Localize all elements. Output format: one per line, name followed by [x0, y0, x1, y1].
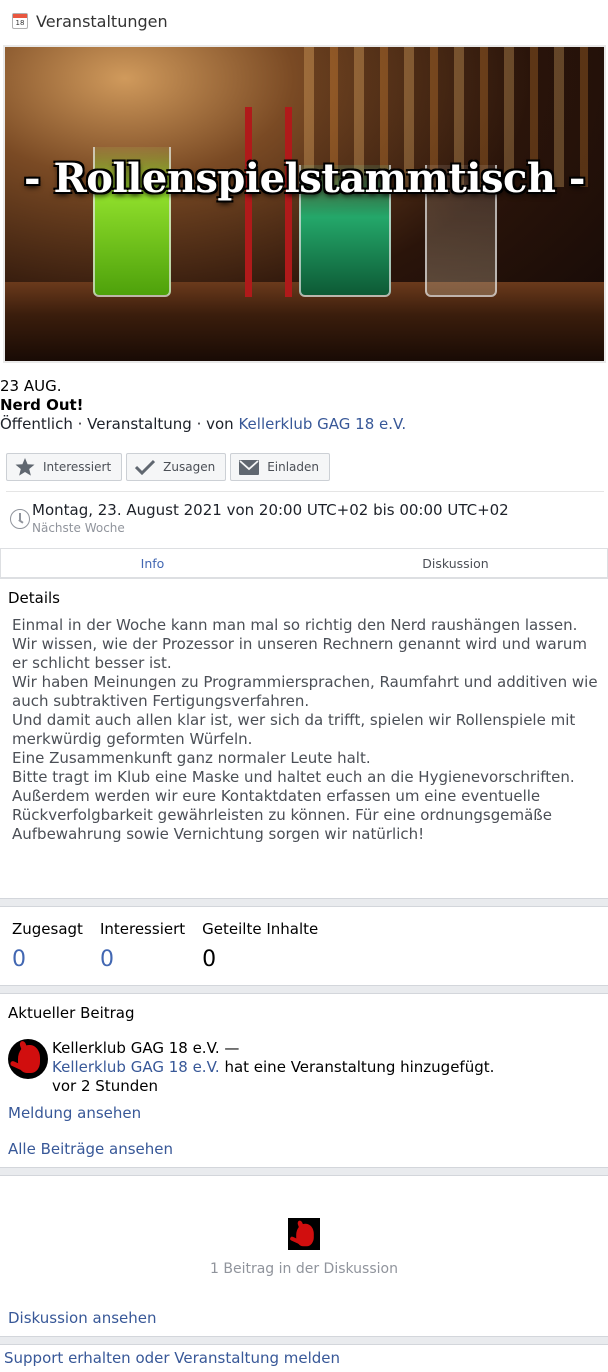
tab-bar: Info Diskussion [0, 548, 608, 579]
stat-going[interactable]: Zugesagt 0 [12, 918, 83, 980]
section-separator [0, 898, 608, 907]
discussion-count: 1 Beitrag in der Diskussion [210, 1261, 398, 1277]
post-action-line: Kellerklub GAG 18 e.V. hat eine Veransta… [52, 1058, 495, 1076]
recent-post: Kellerklub GAG 18 e.V. — Kellerklub GAG … [8, 1039, 494, 1096]
post-author-line: Kellerklub GAG 18 e.V. — [52, 1039, 240, 1057]
event-meta: Öffentlich · Veranstaltung · von Kellerk… [0, 415, 407, 433]
event-date: 23 AUG. [0, 377, 62, 395]
stats-row: Zugesagt 0 Interessiert 0 Geteilte Inhal… [12, 918, 335, 980]
details-line: Und damit auch allen klar ist, wer sich … [12, 711, 576, 748]
event-time: Montag, 23. August 2021 von 20:00 UTC+02… [10, 500, 509, 536]
devil-logo-icon [296, 1223, 314, 1247]
details-line: Wir haben Meinungen zu Programmiersprach… [12, 673, 598, 710]
details-line: Wir wissen, wie der Prozessor in unseren… [12, 635, 587, 672]
calendar-icon: 18 [12, 13, 28, 29]
envelope-icon [239, 459, 260, 475]
event-relative-time: Nächste Woche [32, 521, 125, 535]
action-bar: Interessiert Zusagen Einladen [6, 453, 331, 481]
section-separator [0, 1336, 608, 1345]
cover-photo[interactable]: - Rollenspielstammtisch - [3, 45, 606, 363]
support-report-link[interactable]: Support erhalten oder Veranstaltung meld… [4, 1349, 340, 1367]
discussion-avatar [288, 1218, 320, 1250]
view-discussion-link[interactable]: Diskussion ansehen [8, 1309, 157, 1327]
section-separator [0, 985, 608, 994]
page-header: 18 Veranstaltungen [0, 0, 608, 42]
stat-shared: Geteilte Inhalte 0 [202, 920, 319, 972]
view-report-link[interactable]: Meldung ansehen [8, 1104, 141, 1122]
invite-button[interactable]: Einladen [230, 453, 331, 481]
event-datetime: Montag, 23. August 2021 von 20:00 UTC+02… [32, 501, 509, 519]
devil-logo-icon [18, 1045, 40, 1073]
recent-post-heading: Aktueller Beitrag [8, 1004, 135, 1022]
details-line: Außerdem werden wir eure Kontaktdaten er… [12, 787, 552, 843]
view-all-posts-link[interactable]: Alle Beiträge ansehen [8, 1140, 173, 1158]
interested-button[interactable]: Interessiert [6, 453, 123, 481]
star-icon [15, 458, 35, 476]
clock-icon [10, 509, 30, 529]
going-button[interactable]: Zusagen [126, 453, 227, 481]
stat-interested[interactable]: Interessiert 0 [100, 918, 185, 980]
details-line: Eine Zusammenkunft ganz normaler Leute h… [12, 749, 371, 767]
tab-discussion[interactable]: Diskussion [304, 549, 607, 577]
post-time: vor 2 Stunden [52, 1077, 158, 1095]
details-heading: Details [8, 589, 61, 607]
host-link[interactable]: Kellerklub GAG 18 e.V. [238, 415, 406, 433]
tab-info[interactable]: Info [1, 549, 304, 577]
page-title[interactable]: Veranstaltungen [36, 12, 168, 31]
avatar[interactable] [8, 1039, 48, 1079]
checkmark-icon [135, 459, 156, 475]
event-name: Nerd Out! [0, 396, 84, 414]
event-summary: 23 AUG. Nerd Out! Öffentlich · Veranstal… [0, 377, 406, 434]
cover-title: - Rollenspielstammtisch - [24, 155, 585, 202]
details-line: Bitte tragt im Klub eine Maske und halte… [12, 768, 575, 786]
details-line: Einmal in der Woche kann man mal so rich… [12, 616, 578, 634]
details-body: Einmal in der Woche kann man mal so rich… [12, 616, 602, 844]
section-separator [0, 1167, 608, 1176]
divider [6, 491, 604, 492]
post-actor-link[interactable]: Kellerklub GAG 18 e.V. [52, 1058, 220, 1076]
